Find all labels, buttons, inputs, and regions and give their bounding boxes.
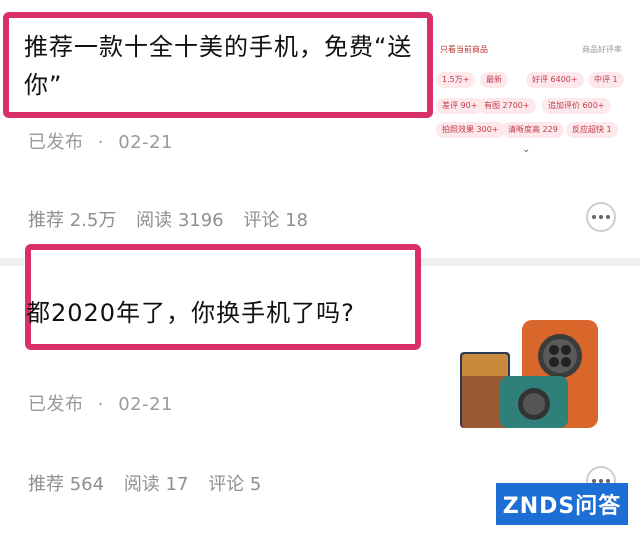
phone-image [460, 320, 598, 428]
thumb-header-right: 商品好评率 [582, 45, 622, 54]
thumb-tag: 1.5万+ [436, 72, 476, 88]
meta-dot: · [97, 394, 104, 415]
thumb-tag: 最新 [480, 72, 508, 88]
post-card[interactable]: 推荐一款十全十美的手机，免费“送你” 已发布 · 02-21 只看当前商品 商品… [0, 0, 640, 258]
thumb-tag: 反应超快 1 [566, 122, 618, 138]
thumb-tag: 中评 1 [588, 72, 624, 88]
stat-comment: 评论 5 [208, 474, 262, 495]
meta-dot: · [97, 132, 104, 153]
thumb-tag: 追加评价 600+ [542, 98, 611, 114]
post-meta: 已发布 · 02-21 [28, 390, 173, 416]
stat-read: 阅读 17 [123, 474, 189, 495]
post-date: 02-21 [118, 132, 174, 153]
thumb-tag: 有图 2700+ [478, 98, 536, 114]
stat-recommend: 推荐 2.5万 [28, 210, 117, 231]
post-status: 已发布 [28, 132, 84, 153]
post-thumbnail[interactable]: 只看当前商品 商品好评率 1.5万+ 最新 好评 6400+ 中评 1 差评 9… [436, 36, 630, 166]
thumb-tag: 拍照效果 300+ [436, 122, 505, 138]
post-status: 已发布 [28, 394, 84, 415]
post-stats: 推荐 2.5万 阅读 3196 评论 18 [28, 206, 322, 232]
chevron-down-icon: ⌄ [522, 144, 531, 155]
post-title[interactable]: 都2020年了，你换手机了吗? [26, 294, 416, 332]
thumb-header-left: 只看当前商品 [440, 45, 488, 54]
watermark-logo: ZNDS问答 [496, 483, 628, 525]
post-title[interactable]: 推荐一款十全十美的手机，免费“送你” [24, 28, 419, 104]
thumb-tag: 清晰度高 229 [502, 122, 564, 138]
stat-read: 阅读 3196 [136, 210, 224, 231]
stat-recommend: 推荐 564 [28, 474, 105, 495]
post-date: 02-21 [118, 394, 174, 415]
stat-comment: 评论 18 [243, 210, 308, 231]
thumb-tag: 好评 6400+ [526, 72, 584, 88]
thumb-tag: 差评 90+ [436, 98, 484, 114]
post-meta: 已发布 · 02-21 [28, 128, 173, 154]
post-thumbnail-phones[interactable] [458, 316, 608, 428]
more-options-button[interactable] [586, 202, 616, 232]
post-stats: 推荐 564 阅读 17 评论 5 [28, 470, 275, 496]
